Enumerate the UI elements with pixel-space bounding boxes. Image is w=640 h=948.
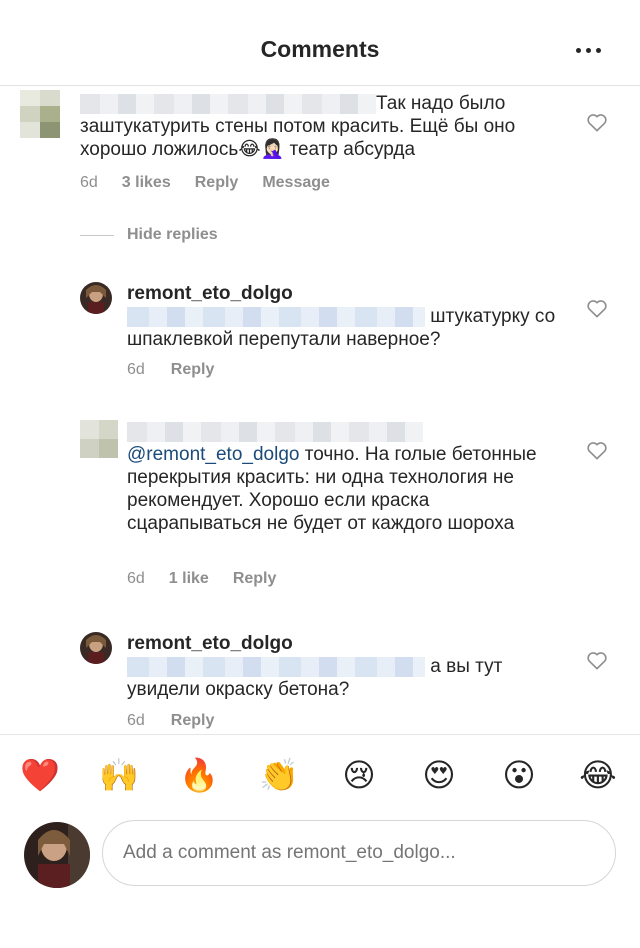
heart-icon[interactable] [586,298,608,318]
avatar[interactable] [20,90,60,138]
reply-text: remont_eto_dolgo штукатурку со шпаклевко… [127,283,556,350]
likes-count[interactable]: 3 likes [122,174,171,192]
reply-age: 6d [127,361,145,378]
laughing-emoji-button[interactable]: 😂 [576,755,620,795]
more-options-icon[interactable] [576,40,604,60]
reply-age: 6d [127,712,145,729]
reply-button[interactable]: Reply [171,361,215,379]
hide-replies-button[interactable]: Hide replies [80,226,218,244]
blurred-username [80,93,376,114]
emoji: 🤦🏻‍♀️ [260,139,285,160]
reply-age: 6d [127,570,145,587]
raised-hands-emoji-button[interactable]: 🙌 [97,755,141,795]
heart-eyes-emoji-button[interactable]: 😍 [417,755,461,795]
blurred-username [127,421,423,442]
avatar[interactable] [80,420,118,458]
divider [80,234,114,236]
heart-icon[interactable] [586,112,608,132]
fire-emoji-button[interactable]: 🔥 [177,755,221,795]
header: Comments [0,0,640,86]
page-title: Comments [260,36,380,62]
emoji-bar: ❤️ 🙌 🔥 👏 😢 😍 😮 😂 [0,734,640,814]
reply-text: remont_eto_dolgo а вы тут увидели окраск… [127,633,503,700]
crying-emoji-button[interactable]: 😢 [337,755,381,795]
reply-button[interactable]: Reply [233,570,277,588]
reply-meta: 6d 1 like Reply [127,570,276,588]
message-button[interactable]: Message [262,174,330,192]
heart-emoji-button[interactable]: ❤️ [18,755,62,795]
blurred-mention [127,306,425,327]
emoji: 😂 [238,139,261,160]
comment-text: Так надо было заштукатурить стены потом … [80,93,516,160]
comment-age: 6d [80,174,98,191]
comment-meta: 6d 3 likes Reply Message [80,174,330,192]
reply-meta: 6d Reply [127,712,214,730]
surprised-emoji-button[interactable]: 😮 [497,755,541,795]
clapping-emoji-button[interactable]: 👏 [257,755,301,795]
avatar [24,822,90,888]
blurred-mention [127,656,425,677]
reply-button[interactable]: Reply [171,712,215,730]
avatar[interactable] [80,282,112,314]
heart-icon[interactable] [586,440,608,460]
reply-button[interactable]: Reply [195,174,239,192]
avatar[interactable] [80,632,112,664]
likes-count[interactable]: 1 like [169,570,209,588]
heart-icon[interactable] [586,650,608,670]
reply-username[interactable]: remont_eto_dolgo [127,633,293,654]
mention-link[interactable]: @remont_eto_dolgo [127,444,299,465]
reply-username[interactable]: remont_eto_dolgo [127,283,293,304]
reply-text: @remont_eto_dolgo точно. На голые бетонн… [127,420,557,535]
comment-input[interactable] [102,820,616,886]
reply-meta: 6d Reply [127,361,214,379]
